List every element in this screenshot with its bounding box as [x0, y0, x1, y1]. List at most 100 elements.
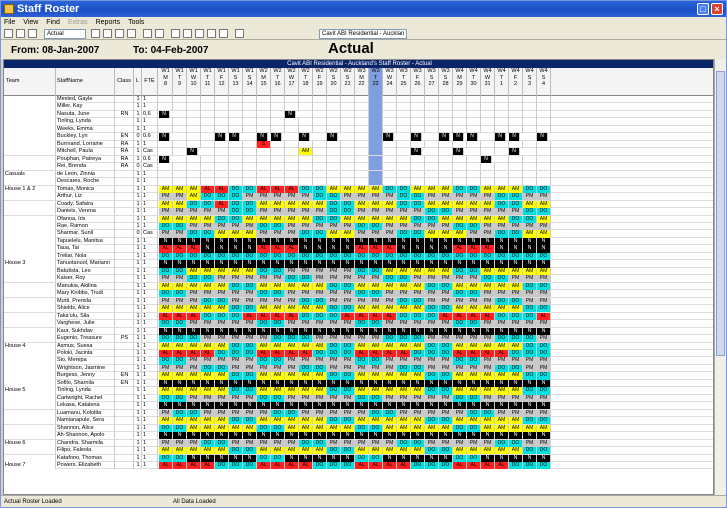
shift-cell[interactable]	[327, 103, 341, 111]
shift-cell[interactable]: DO	[285, 335, 299, 343]
shift-cell[interactable]: AL	[355, 245, 369, 253]
shift-cell[interactable]: DO	[257, 290, 271, 298]
shift-cell[interactable]: N	[523, 379, 537, 388]
shift-cell[interactable]: N	[327, 245, 341, 253]
shift-cell[interactable]: AM	[285, 282, 299, 290]
shift-cell[interactable]: N	[439, 133, 450, 141]
shift-cell[interactable]	[173, 140, 187, 148]
shift-cell[interactable]	[383, 125, 397, 134]
shift-cell[interactable]: AM	[383, 447, 397, 455]
shift-cell[interactable]	[159, 170, 173, 178]
shift-cell[interactable]	[369, 163, 383, 171]
shift-cell[interactable]: AM	[425, 200, 439, 208]
shift-cell[interactable]: PM	[341, 275, 355, 283]
shift-cell[interactable]: AL	[369, 462, 383, 470]
shift-cell[interactable]: PM	[369, 208, 383, 216]
table-row[interactable]: Shields, Alice 1 1 AM AM AM AM AM DO DO AM AM AM AM AM…	[4, 305, 713, 313]
shift-cell[interactable]	[243, 148, 257, 156]
shift-cell[interactable]: AL	[215, 200, 229, 208]
shift-cell[interactable]: AL	[159, 245, 173, 253]
shift-cell[interactable]: PM	[467, 364, 481, 373]
shift-cell[interactable]: AM	[481, 372, 495, 380]
shift-cell[interactable]: AL	[187, 245, 201, 253]
shift-cell[interactable]: DO	[327, 208, 341, 216]
shift-cell[interactable]: PM	[187, 320, 201, 328]
shift-cell[interactable]: AL	[187, 349, 201, 358]
shift-cell[interactable]: PM	[313, 208, 327, 216]
shift-cell[interactable]: AM	[159, 215, 173, 223]
shift-cell[interactable]: PM	[355, 193, 369, 201]
shift-cell[interactable]: N	[341, 245, 355, 253]
day-header[interactable]: W4 S 4	[537, 68, 551, 96]
shift-cell[interactable]: PM	[201, 320, 215, 328]
shift-cell[interactable]: DO	[537, 252, 551, 261]
shift-cell[interactable]: DO	[229, 193, 243, 201]
shift-cell[interactable]	[201, 140, 215, 148]
shift-cell[interactable]: N	[425, 402, 439, 410]
shift-cell[interactable]	[425, 103, 439, 111]
shift-cell[interactable]: DO	[159, 454, 173, 462]
shift-cell[interactable]: AM	[537, 424, 551, 432]
shift-cell[interactable]: AM	[201, 424, 215, 432]
shift-cell[interactable]: DO	[509, 462, 523, 470]
shift-cell[interactable]: N	[397, 237, 411, 246]
shift-cell[interactable]: DO	[397, 193, 411, 201]
shift-cell[interactable]: AM	[299, 282, 313, 290]
shift-cell[interactable]: DO	[425, 349, 439, 358]
shift-cell[interactable]: PM	[397, 394, 411, 402]
shift-cell[interactable]: AM	[369, 372, 383, 380]
shift-cell[interactable]: PM	[439, 439, 453, 447]
shift-cell[interactable]: N	[173, 402, 187, 410]
shift-cell[interactable]: DO	[243, 447, 257, 455]
shift-cell[interactable]: PM	[537, 394, 551, 402]
shift-cell[interactable]: PM	[215, 275, 229, 283]
shift-cell[interactable]: PM	[397, 222, 411, 231]
shift-cell[interactable]: DO	[425, 447, 439, 455]
shift-cell[interactable]: PM	[411, 357, 425, 365]
shift-cell[interactable]: N	[495, 327, 509, 335]
shift-cell[interactable]: AM	[411, 267, 425, 275]
shift-cell[interactable]: DO	[299, 275, 313, 283]
shift-cell[interactable]: PM	[257, 409, 271, 417]
shift-cell[interactable]: N	[327, 327, 341, 335]
shift-cell[interactable]: AM	[481, 387, 495, 395]
shift-cell[interactable]: N	[271, 432, 285, 440]
shift-cell[interactable]: AM	[313, 200, 327, 208]
shift-cell[interactable]: N	[313, 402, 327, 410]
shift-cell[interactable]: N	[187, 148, 198, 156]
shift-cell[interactable]: PM	[243, 222, 257, 231]
shift-cell[interactable]: DO	[467, 290, 481, 298]
shift-cell[interactable]: DO	[355, 394, 369, 402]
shift-cell[interactable]: PM	[509, 394, 523, 402]
shift-cell[interactable]: PM	[243, 364, 257, 373]
shift-cell[interactable]	[467, 163, 481, 171]
shift-cell[interactable]: AL	[481, 245, 495, 253]
shift-cell[interactable]: PM	[341, 267, 355, 275]
shift-cell[interactable]: AM	[509, 447, 523, 455]
shift-cell[interactable]: DO	[187, 200, 201, 208]
shift-cell[interactable]: AM	[495, 185, 509, 193]
shift-cell[interactable]: DO	[243, 305, 257, 313]
shift-cell[interactable]: AM	[271, 215, 285, 223]
shift-cell[interactable]: AM	[187, 342, 201, 350]
shift-cell[interactable]: PM	[355, 409, 369, 417]
shift-cell[interactable]: PM	[327, 222, 341, 231]
shift-cell[interactable]: N	[425, 379, 439, 388]
shift-cell[interactable]: N	[355, 379, 369, 388]
shift-cell[interactable]: N	[369, 237, 383, 246]
shift-cell[interactable]: AM	[313, 305, 327, 313]
shift-cell[interactable]: PM	[369, 335, 383, 343]
shift-cell[interactable]	[257, 155, 271, 163]
shift-cell[interactable]: PM	[523, 394, 537, 402]
shift-cell[interactable]: DO	[397, 185, 411, 193]
shift-cell[interactable]: DO	[397, 364, 411, 373]
shift-cell[interactable]: PM	[187, 297, 201, 305]
shift-cell[interactable]: PM	[271, 275, 285, 283]
shift-cell[interactable]: N	[453, 237, 467, 246]
table-row[interactable]: Mexted, Gayle 1 1	[4, 96, 713, 104]
shift-cell[interactable]: DO	[299, 439, 313, 447]
shift-cell[interactable]	[523, 125, 537, 134]
shift-cell[interactable]: N	[397, 432, 411, 440]
shift-cell[interactable]: DO	[495, 297, 509, 305]
shift-cell[interactable]: PM	[467, 230, 481, 238]
